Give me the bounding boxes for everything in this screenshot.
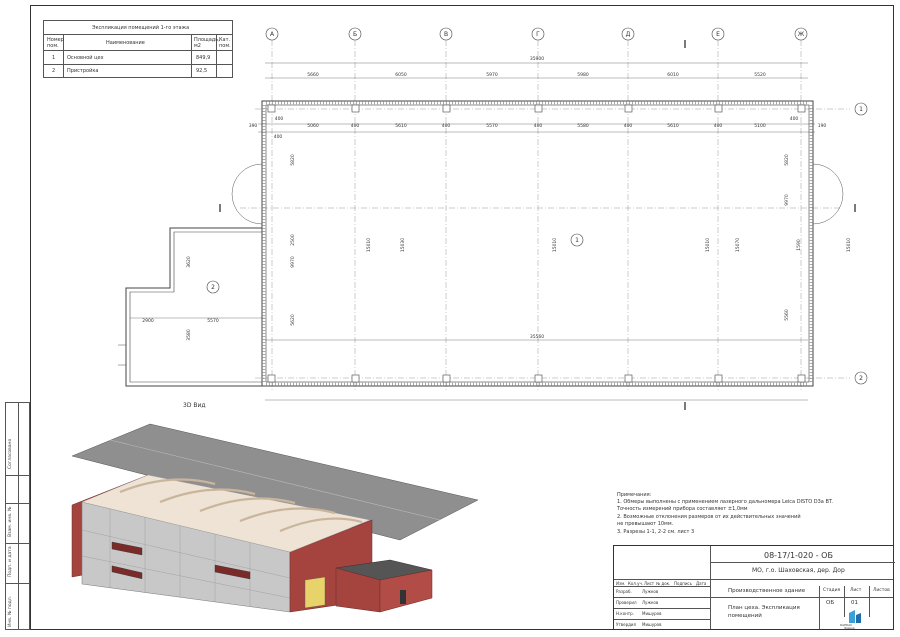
dim-col-1: 15010: [366, 238, 372, 252]
dim-col-2: 15030: [400, 238, 406, 252]
object-address: МО, г.о. Шаховская, дер. Дор: [752, 567, 845, 574]
sheet-title: План цеха. Экспликация помещений: [728, 605, 800, 619]
dim-top-1: 5660: [307, 72, 319, 78]
col-kolych: Кол.уч.: [628, 581, 644, 586]
dim-small-7: 400: [790, 116, 799, 122]
drawing-sheet: Экспликация помещений 1-го этажа Номер п…: [0, 0, 900, 637]
dim-inner-1: 5060: [307, 123, 319, 129]
object-name: Производственное здание: [728, 588, 806, 594]
col-ndok: № док.: [656, 581, 671, 586]
dim-top-2: 6050: [395, 72, 407, 78]
note-line-3: 2. Возможные отклонения размеров от их д…: [617, 514, 801, 520]
dim-overall-bottom: 35560: [530, 334, 544, 340]
axis-2: 2: [859, 375, 863, 382]
sheet-label: Лист: [850, 588, 862, 593]
axis-zh: Ж: [798, 31, 805, 38]
stage-value: ОБ: [826, 600, 835, 606]
dim-annex-h2: 3580: [186, 329, 192, 341]
note-line-1: 1. Обмеры выполнены с применением лазерн…: [617, 499, 833, 505]
dim-top-3: 5970: [486, 72, 498, 78]
dim-inner-2: 5610: [395, 123, 407, 129]
col-podpis: Подпись: [674, 581, 692, 586]
side-inv: Инв. № подл.: [8, 595, 13, 627]
dim-inner-5: 5610: [667, 123, 679, 129]
axis-d: Д: [626, 31, 631, 38]
name-razrab: Лужков: [642, 589, 659, 594]
room-2-marker: 2: [211, 284, 215, 291]
stage-label: Стадия: [823, 588, 841, 593]
dim-overall-top: 35900: [530, 56, 544, 62]
side-stamp: Согласовано Взам. инв. № Подп. и дата Ин…: [5, 402, 30, 630]
side-vzam: Взам. инв. №: [8, 506, 13, 537]
role-utverdil: Утвердил: [616, 622, 637, 627]
view-3d-label: 3D Вид: [183, 402, 206, 409]
axis-e: Е: [716, 31, 720, 38]
dim-col-3: 15010: [552, 238, 558, 252]
sheets-label: Листов: [873, 588, 890, 593]
axis-g: Г: [536, 31, 540, 38]
dim-vl-4: 5620: [290, 314, 296, 326]
dim-vl-3: 9970: [290, 256, 296, 268]
notes-title: Примечания:: [617, 492, 652, 498]
role-nkontr: Н.контр.: [616, 611, 634, 616]
col-list: Лист: [644, 581, 655, 586]
dim-vl-1: 5820: [290, 154, 296, 166]
dim-small-5: 400: [624, 123, 633, 129]
dim-small-1: 400: [275, 116, 284, 122]
room-1-marker: 1: [575, 237, 579, 244]
axis-b: Б: [353, 31, 357, 38]
drawing-code: 08-17/1-020 - ОБ: [764, 551, 833, 560]
col-izm: Изм.: [616, 581, 626, 586]
building-3d-view: [71, 423, 479, 613]
dim-vr-4: 5560: [784, 309, 790, 321]
dim-vr-2: 9970: [784, 194, 790, 206]
dim-annex-h: 3620: [186, 256, 192, 268]
dim-inner-3: 5570: [486, 123, 498, 129]
dim-inner-6: 5100: [754, 123, 766, 129]
name-proveril: Лужков: [642, 600, 659, 605]
dim-top-6: 5520: [754, 72, 766, 78]
logo-sub: Фирма: [844, 626, 855, 630]
floor-plan: А Б В Г Д Е Ж 1 2 35900 5660 6050 5970 5…: [71, 27, 868, 613]
dim-vl-2: 2500: [290, 234, 296, 246]
dim-small-3: 400: [442, 123, 451, 129]
role-proveril: Проверил: [616, 600, 637, 605]
dim-col-4: 15010: [705, 238, 711, 252]
axis-v: В: [444, 31, 448, 38]
name-utverdil: Мишуров: [642, 622, 662, 627]
dim-outer-right: 15010: [846, 238, 852, 252]
axis-1: 1: [859, 106, 863, 113]
note-line-5: 3. Разрезы 1-1, 2-2 см. лист 3: [617, 529, 695, 535]
dim-col-5: 15070: [735, 238, 741, 252]
dim-top-4: 5980: [577, 72, 589, 78]
dim-small-4: 400: [534, 123, 543, 129]
dim-edge-left: 390: [249, 123, 258, 129]
dim-small-6: 400: [714, 123, 723, 129]
dim-inner-4: 5580: [577, 123, 589, 129]
title-block: 08-17/1-020 - ОБ МО, г.о. Шаховская, дер…: [613, 545, 895, 630]
dim-annex-w2: 5570: [207, 318, 219, 324]
dim-vr-1: 5820: [784, 154, 790, 166]
side-podp: Подп. и дата: [8, 546, 13, 577]
side-agreed: Согласовано: [8, 438, 13, 469]
name-nkontr: Мишуров: [642, 611, 662, 616]
dim-top-5: 6010: [667, 72, 679, 78]
note-line-2: Точность измерений прибора составляет ±1…: [617, 506, 748, 512]
col-data: Дата: [696, 581, 707, 586]
role-razrab: Разраб.: [616, 589, 632, 594]
dim-small-2: 400: [351, 123, 360, 129]
sheet-value: 01: [851, 600, 858, 606]
dim-edge-right: 190: [818, 123, 827, 129]
dim-vr-3: 1590: [796, 239, 802, 251]
dim-annex-w1: 2900: [142, 318, 154, 324]
dim-small-8: 400: [274, 134, 283, 140]
note-line-4: не превышают 10мм.: [617, 521, 674, 527]
company-logo-icon: [849, 610, 861, 623]
